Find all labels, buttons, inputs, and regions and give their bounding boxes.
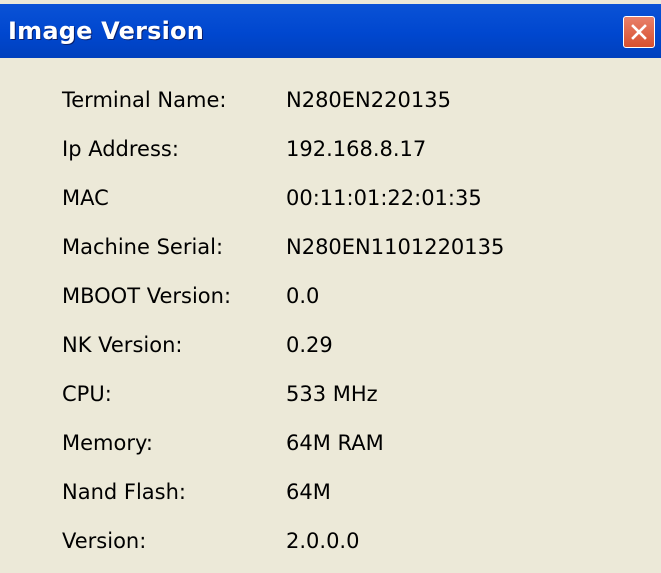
info-label: MBOOT Version:: [62, 284, 232, 308]
info-label: Nand Flash:: [62, 480, 187, 504]
image-version-window: Image Version Terminal Name: N280EN22013…: [0, 0, 661, 573]
info-label: Ip Address:: [62, 137, 179, 161]
info-value: 0.29: [286, 333, 333, 357]
info-value: 533 MHz: [286, 382, 378, 406]
title-bar[interactable]: Image Version: [0, 4, 661, 58]
info-value: 2.0.0.0: [286, 529, 360, 553]
info-label: Version:: [62, 529, 147, 553]
info-value: 64M RAM: [286, 431, 384, 455]
close-icon: [631, 24, 647, 40]
close-button[interactable]: [623, 16, 655, 48]
info-value: 64M: [286, 480, 331, 504]
info-value: 192.168.8.17: [286, 137, 427, 161]
info-label: MAC: [62, 186, 109, 210]
info-label: Machine Serial:: [62, 235, 224, 259]
info-value: N280EN220135: [286, 88, 451, 112]
info-value: 00:11:01:22:01:35: [286, 186, 482, 210]
info-label: Memory:: [62, 431, 153, 455]
info-value: 0.0: [286, 284, 320, 308]
info-label: Terminal Name:: [62, 88, 227, 112]
info-label: CPU:: [62, 382, 112, 406]
info-value: N280EN1101220135: [286, 235, 505, 259]
window-title: Image Version: [8, 17, 205, 45]
info-label: NK Version:: [62, 333, 183, 357]
